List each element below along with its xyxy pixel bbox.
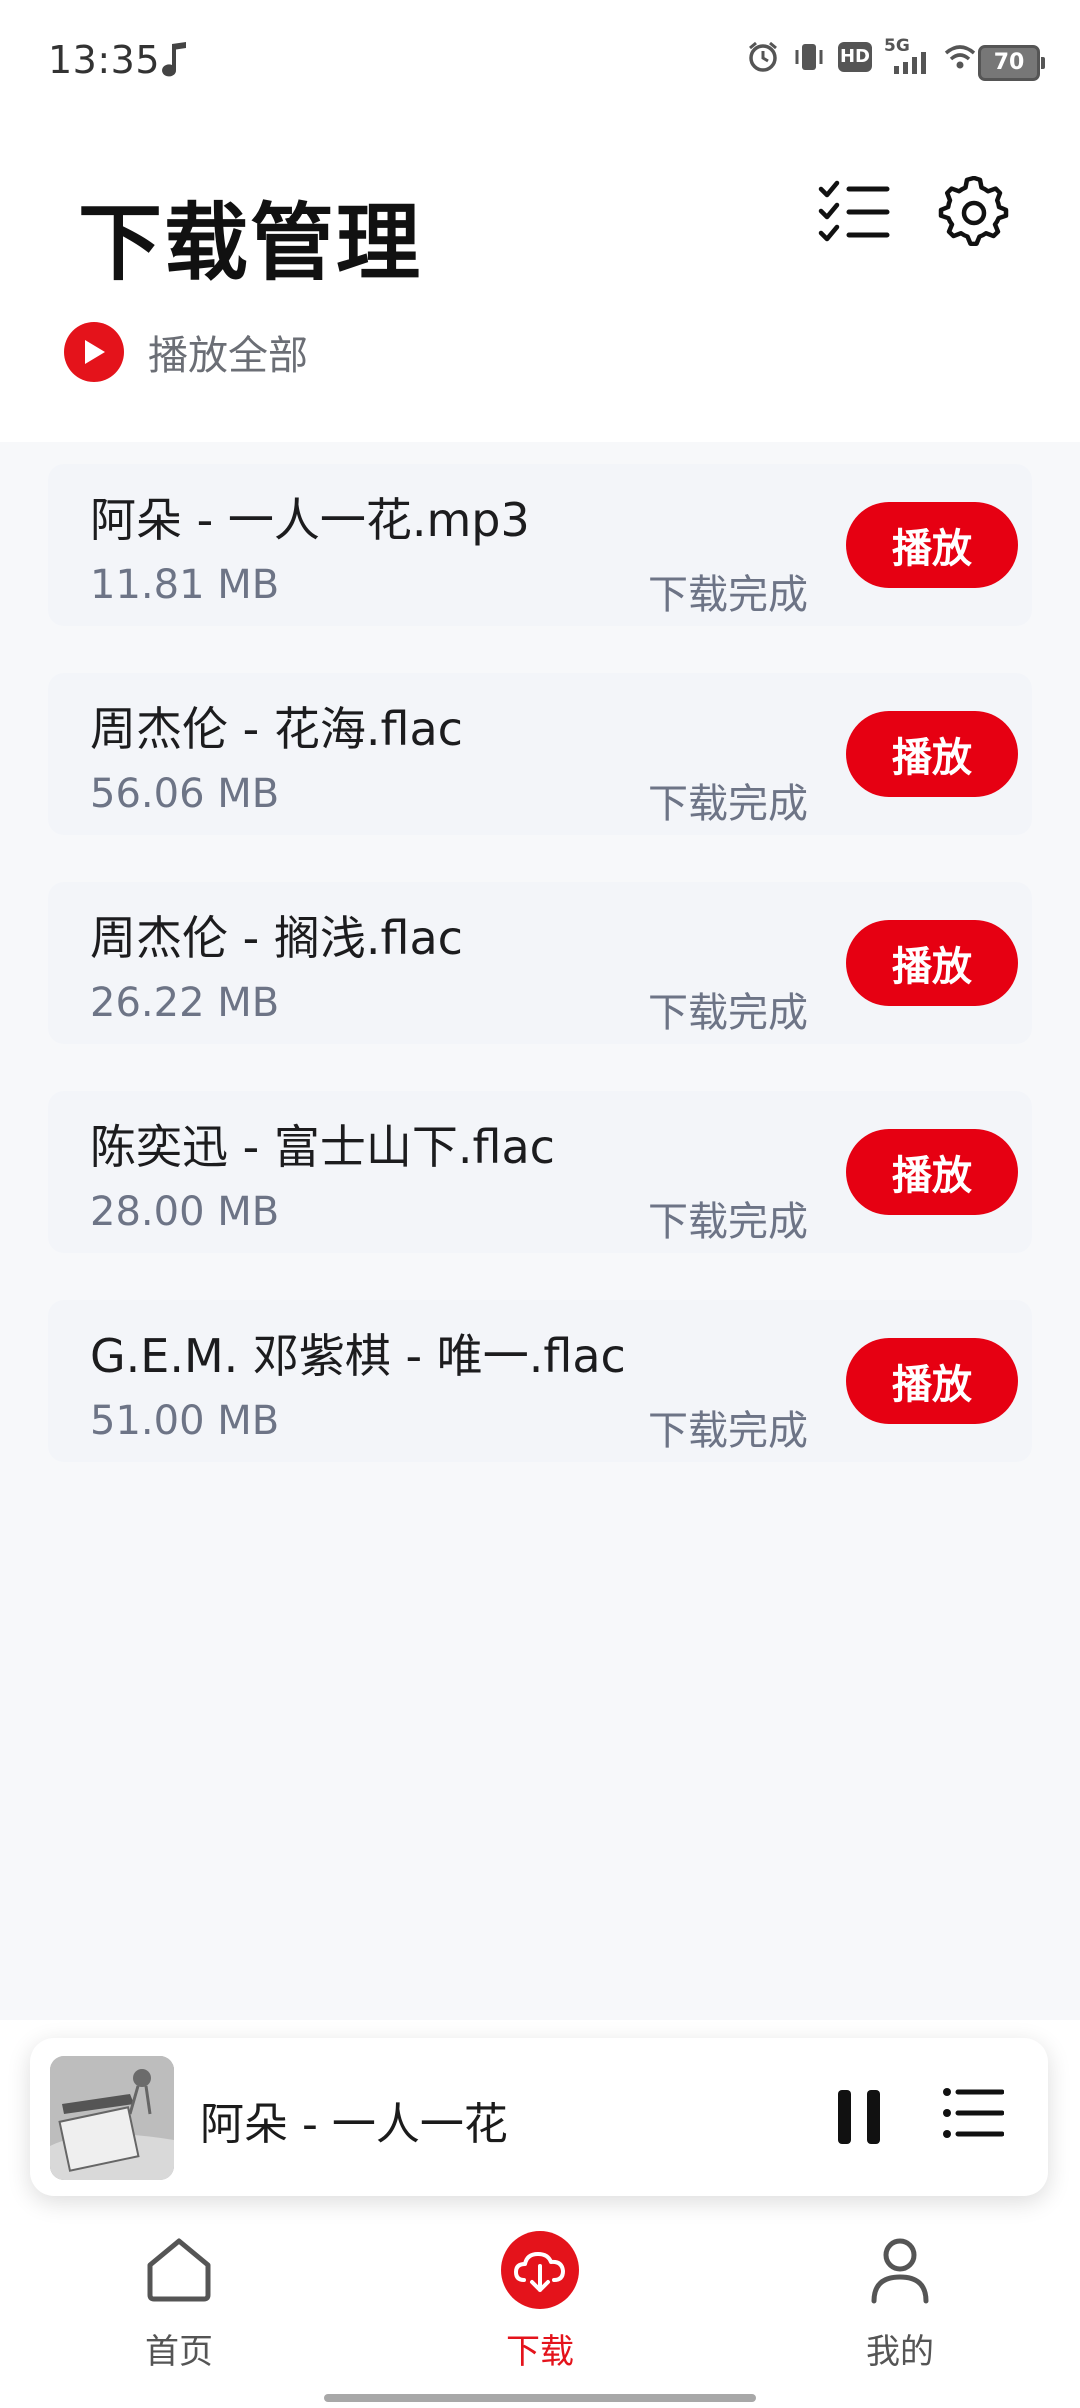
track-name: 阿朵 - 一人一花.mp3 [90,493,530,547]
file-size: 28.00 MB [90,1189,280,1235]
download-list: 阿朵 - 一人一花.mp3 11.81 MB 下载完成 播放 周杰伦 - 花海.… [48,464,1032,1509]
home-indicator[interactable] [324,2394,756,2402]
play-button[interactable]: 播放 [846,711,1018,797]
track-name: 周杰伦 - 搁浅.flac [90,911,463,965]
batch-select-button[interactable] [814,172,894,252]
status-icons: HD 5G [746,36,980,74]
play-button[interactable]: 播放 [846,502,1018,588]
album-art-image [50,2056,174,2180]
play-button[interactable]: 播放 [846,1129,1018,1215]
status-bar: 13:35 HD 5G 70 [0,0,1080,130]
music-note-icon [162,42,186,77]
download-item[interactable]: G.E.M. 邓紫棋 - 唯一.flac 51.00 MB 下载完成 播放 [48,1300,1032,1462]
download-item[interactable]: 周杰伦 - 花海.flac 56.06 MB 下载完成 播放 [48,673,1032,835]
tab-label: 首页 [145,2332,213,2372]
download-item[interactable]: 阿朵 - 一人一花.mp3 11.81 MB 下载完成 播放 [48,464,1032,626]
file-size: 51.00 MB [90,1398,280,1444]
home-icon [137,2228,221,2312]
wifi-icon [944,45,976,69]
playlist-icon [943,2088,1004,2138]
play-button[interactable]: 播放 [846,920,1018,1006]
playlist-button[interactable] [930,2070,1016,2156]
track-name: 周杰伦 - 花海.flac [90,702,463,756]
vibrate-icon [795,44,823,70]
bottom-tab-bar: 首页 下载 我的 [0,2228,1080,2398]
download-item[interactable]: 周杰伦 - 搁浅.flac 26.22 MB 下载完成 播放 [48,882,1032,1044]
file-size: 26.22 MB [90,980,280,1026]
settings-button[interactable] [934,172,1014,252]
file-size: 11.81 MB [90,562,280,608]
play-all-label: 播放全部 [148,333,308,379]
checklist-icon [818,180,890,242]
signal-5g-icon: 5G [884,36,928,74]
gear-icon [938,176,1009,247]
download-status: 下载完成 [648,1408,808,1454]
top-header-area: 13:35 HD 5G 70 下载管理 播放全部 [0,0,1080,442]
pause-button[interactable] [816,2074,902,2160]
download-status: 下载完成 [648,572,808,618]
download-status: 下载完成 [648,1199,808,1245]
page-title: 下载管理 [78,194,423,292]
now-playing-title: 阿朵 - 一人一花 [200,2099,508,2150]
alarm-icon [749,41,777,72]
tab-download[interactable]: 下载 [440,2228,640,2398]
play-circle-icon [64,322,124,382]
play-all-button[interactable]: 播放全部 [64,318,308,386]
battery-indicator: 70 [978,45,1045,81]
tab-me[interactable]: 我的 [800,2228,1000,2398]
track-name: 陈奕迅 - 富士山下.flac [90,1120,555,1174]
download-status: 下载完成 [648,990,808,1036]
play-button[interactable]: 播放 [846,1338,1018,1424]
user-icon [858,2228,942,2312]
album-art[interactable] [50,2056,174,2180]
hd-icon: HD [838,42,872,72]
track-name: G.E.M. 邓紫棋 - 唯一.flac [90,1329,626,1383]
status-time: 13:35 [48,38,161,82]
file-size: 56.06 MB [90,771,280,817]
download-status: 下载完成 [648,781,808,827]
tab-label: 我的 [866,2332,934,2372]
tab-label: 下载 [506,2332,574,2372]
download-item[interactable]: 陈奕迅 - 富士山下.flac 28.00 MB 下载完成 播放 [48,1091,1032,1253]
cloud-download-icon [498,2228,582,2312]
pause-icon [838,2090,880,2144]
tab-home[interactable]: 首页 [79,2228,279,2398]
mini-player[interactable]: 阿朵 - 一人一花 [30,2038,1048,2196]
